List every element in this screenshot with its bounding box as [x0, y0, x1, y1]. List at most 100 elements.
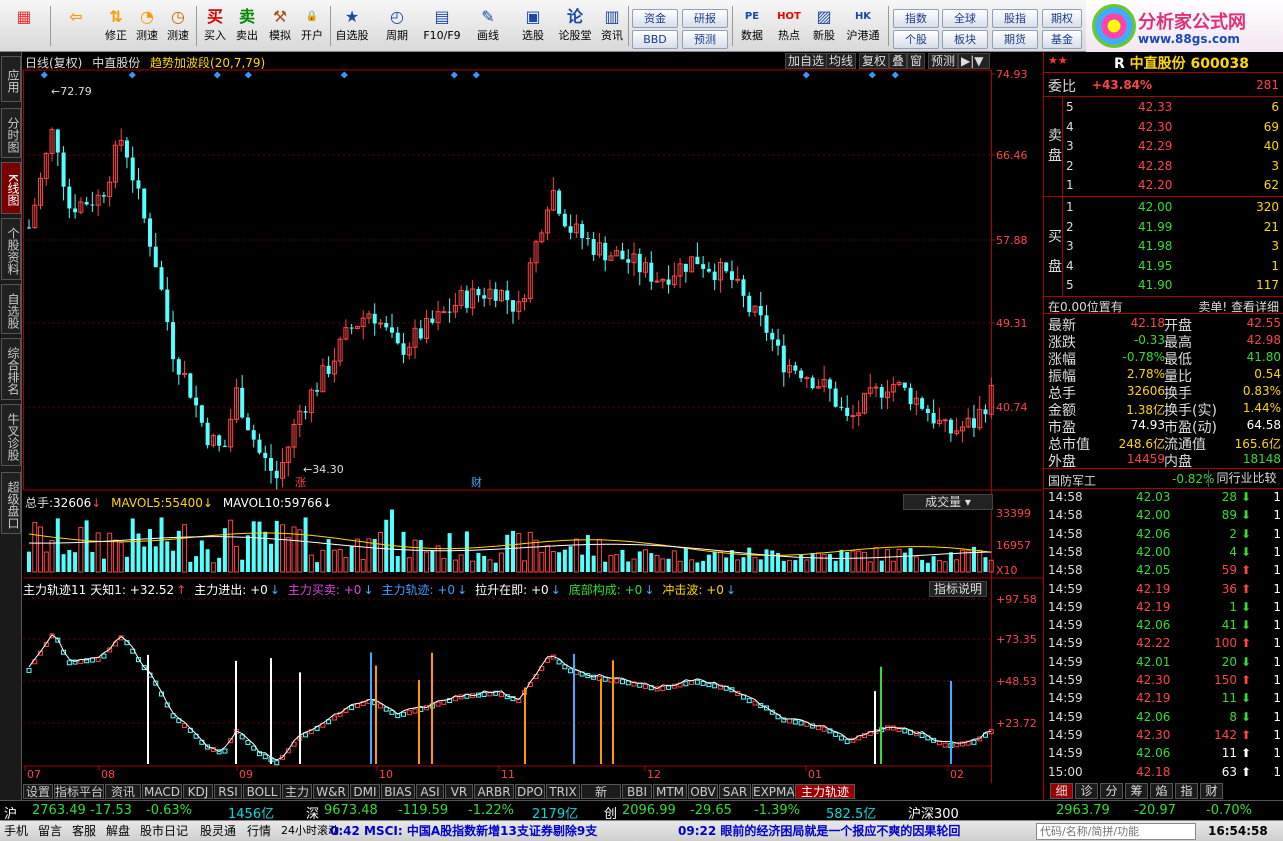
toolbar-small-button-11[interactable]: 基金	[1042, 30, 1082, 49]
toolbar-button-10[interactable]: ◴ 周期	[376, 4, 418, 50]
quote-tab-4[interactable]: 焰	[1150, 783, 1173, 799]
quote-tab-5[interactable]: 指	[1175, 783, 1198, 799]
status-item-3[interactable]: 解盘	[106, 823, 130, 839]
bottom-tab-21[interactable]: EXPMA	[752, 784, 795, 799]
toolbar-button-11[interactable]: ▤ F10/F9	[420, 4, 464, 50]
ask-price[interactable]: 42.20	[1138, 178, 1172, 192]
status-item-6[interactable]: 行情	[247, 823, 271, 839]
toolbar-button-7[interactable]: ⚒ 模拟	[264, 4, 296, 50]
quote-tab-3[interactable]: 筹	[1125, 783, 1148, 799]
left-tab-4[interactable]: 自选股	[1, 284, 21, 334]
toolbar-button-9[interactable]: ★ 自选股	[333, 4, 371, 50]
bottom-tab-22[interactable]: 主力轨迹11	[795, 784, 855, 813]
bottom-tab-16[interactable]: 新DMA	[581, 784, 621, 813]
toolbar-button-0[interactable]: ▦	[6, 4, 42, 50]
toolbar-small-button-7[interactable]: 期权	[1042, 9, 1082, 28]
ask-price[interactable]: 42.33	[1138, 100, 1172, 114]
left-tab-6[interactable]: 牛叉诊股	[1, 404, 21, 466]
quote-tab-1[interactable]: 诊	[1075, 783, 1098, 799]
candle-body-down	[591, 239, 596, 255]
bottom-tab-20[interactable]: SAR	[719, 784, 751, 799]
toolbar-small-button-3[interactable]: 预测	[682, 30, 728, 49]
toolbar-small-button-5[interactable]: 全球	[942, 9, 988, 28]
left-tab-2[interactable]: K线图	[1, 162, 21, 214]
ask-price[interactable]: 42.30	[1138, 120, 1172, 134]
bottom-tab-14[interactable]: DPO	[515, 784, 545, 799]
toolbar-button-13[interactable]: ▣ 选股	[512, 4, 554, 50]
bottom-tab-7[interactable]: 主力	[282, 784, 312, 799]
bid-price[interactable]: 41.90	[1138, 278, 1172, 292]
quote-tab-2[interactable]: 分	[1100, 783, 1123, 799]
quote-tab-6[interactable]: 财	[1200, 783, 1223, 799]
bid-price[interactable]: 41.95	[1138, 259, 1172, 273]
left-tab-1[interactable]: 分时图	[1, 108, 21, 158]
toolbar-button-5[interactable]: 买买入	[201, 4, 229, 50]
news-ticker-2[interactable]: 09:22 眼前的经济困局就是一个报应不爽的因果轮回	[678, 823, 960, 839]
bottom-tab-12[interactable]: VR	[445, 784, 473, 799]
toolbar-small-button-2[interactable]: BBD	[632, 30, 678, 49]
volume-type-dropdown[interactable]: 成交量 ▾	[903, 494, 993, 510]
left-tab-7[interactable]: 超级盘口	[1, 472, 21, 534]
news-ticker-1[interactable]: 0:42 MSCI: 中国A股指数新增13支证券剔除9支	[330, 823, 597, 839]
site-logo: 分析家公式网 www.88gs.com	[1086, 0, 1283, 52]
status-item-2[interactable]: 客服	[72, 823, 96, 839]
toolbar-small-button-6[interactable]: 股指	[992, 9, 1038, 28]
left-tab-0[interactable]: 应用	[1, 56, 21, 102]
bottom-tab-4[interactable]: KDJ	[183, 784, 213, 799]
toolbar-button-18[interactable]: ▨ 新股	[808, 4, 840, 50]
ask-price[interactable]: 42.29	[1138, 139, 1172, 153]
toolbar-button-6[interactable]: 卖卖出	[232, 4, 262, 50]
bottom-tab-2[interactable]: 资讯	[105, 784, 141, 799]
toolbar-button-15[interactable]: ▥ 资讯	[597, 4, 627, 50]
toolbar-button-3[interactable]: ◔ 测速	[132, 4, 162, 50]
bottom-tab-10[interactable]: BIAS	[381, 784, 415, 799]
toolbar-small-button-4[interactable]: 指数	[893, 9, 939, 28]
ask-price[interactable]: 42.28	[1138, 159, 1172, 173]
bid-price[interactable]: 41.98	[1138, 239, 1172, 253]
volume-bar	[366, 538, 372, 573]
toolbar-button-1[interactable]: ⇦	[58, 4, 94, 50]
bottom-tab-17[interactable]: BBI	[622, 784, 652, 799]
bottom-tab-1[interactable]: 指标平台	[54, 784, 104, 799]
toolbar-button-2[interactable]: ⇅ 修正	[102, 4, 130, 50]
bottom-tab-0[interactable]: 设置	[23, 784, 53, 799]
bottom-tab-19[interactable]: OBV	[688, 784, 718, 799]
bottom-tab-11[interactable]: ASI	[416, 784, 444, 799]
kline-chart-area[interactable]: 日线(复权) 中直股份 趋势加波段(20,7,79) 加自选 均线 复权叠窗预测 ▶…	[23, 52, 1042, 812]
toolbar-button-4[interactable]: ◷ 测速	[163, 4, 193, 50]
bottom-tab-5[interactable]: RSI	[214, 784, 242, 799]
left-tab-5[interactable]: 综合排名	[1, 338, 21, 400]
indicator-help-button[interactable]: 指标说明	[929, 581, 987, 597]
toolbar-button-17[interactable]: HOT 热点	[773, 4, 805, 50]
status-item-0[interactable]: 手机	[4, 823, 28, 839]
bottom-tab-9[interactable]: DMI	[350, 784, 380, 799]
toolbar-small-button-8[interactable]: 个股	[893, 30, 939, 49]
toolbar-small-button-10[interactable]: 期货	[992, 30, 1038, 49]
compare-button[interactable]: 同行业比较	[1208, 470, 1283, 487]
toolbar-small-button-9[interactable]: 板块	[942, 30, 988, 49]
bottom-tab-6[interactable]: BOLL	[243, 784, 281, 799]
toolbar-button-19[interactable]: HK 沪港通	[843, 4, 883, 50]
left-tab-3[interactable]: 个股资料	[1, 218, 21, 280]
status-item-1[interactable]: 留言	[38, 823, 62, 839]
toolbar-button-14[interactable]: 论论股堂	[556, 4, 594, 50]
toolbar-small-button-1[interactable]: 研报	[682, 9, 728, 28]
bottom-tab-3[interactable]: MACD	[142, 784, 182, 799]
bottom-tab-8[interactable]: W&R	[313, 784, 349, 799]
sector-name[interactable]: 国防军工	[1048, 472, 1096, 489]
bottom-tab-15[interactable]: TRIX	[546, 784, 580, 799]
toolbar-button-12[interactable]: ✎ 画线	[468, 4, 508, 50]
bid-price[interactable]: 42.00	[1138, 200, 1172, 214]
status-item-5[interactable]: 股灵通	[200, 823, 236, 839]
quote-tab-0[interactable]: 细	[1050, 783, 1073, 799]
status-item-4[interactable]: 股市日记	[140, 823, 188, 839]
search-input[interactable]	[1036, 823, 1196, 840]
arrow-up-icon: ⬆	[1240, 636, 1251, 651]
toolbar-small-button-0[interactable]: 资金	[632, 9, 678, 28]
bottom-tab-18[interactable]: MTM	[653, 784, 687, 799]
toolbar-button-8[interactable]: 🔒 开户	[297, 4, 327, 50]
toolbar-button-16[interactable]: PE 数据	[736, 4, 768, 50]
bottom-tab-13[interactable]: ARBR	[474, 784, 514, 799]
index-item: -0.63%	[146, 803, 192, 818]
bid-price[interactable]: 41.99	[1138, 220, 1172, 234]
